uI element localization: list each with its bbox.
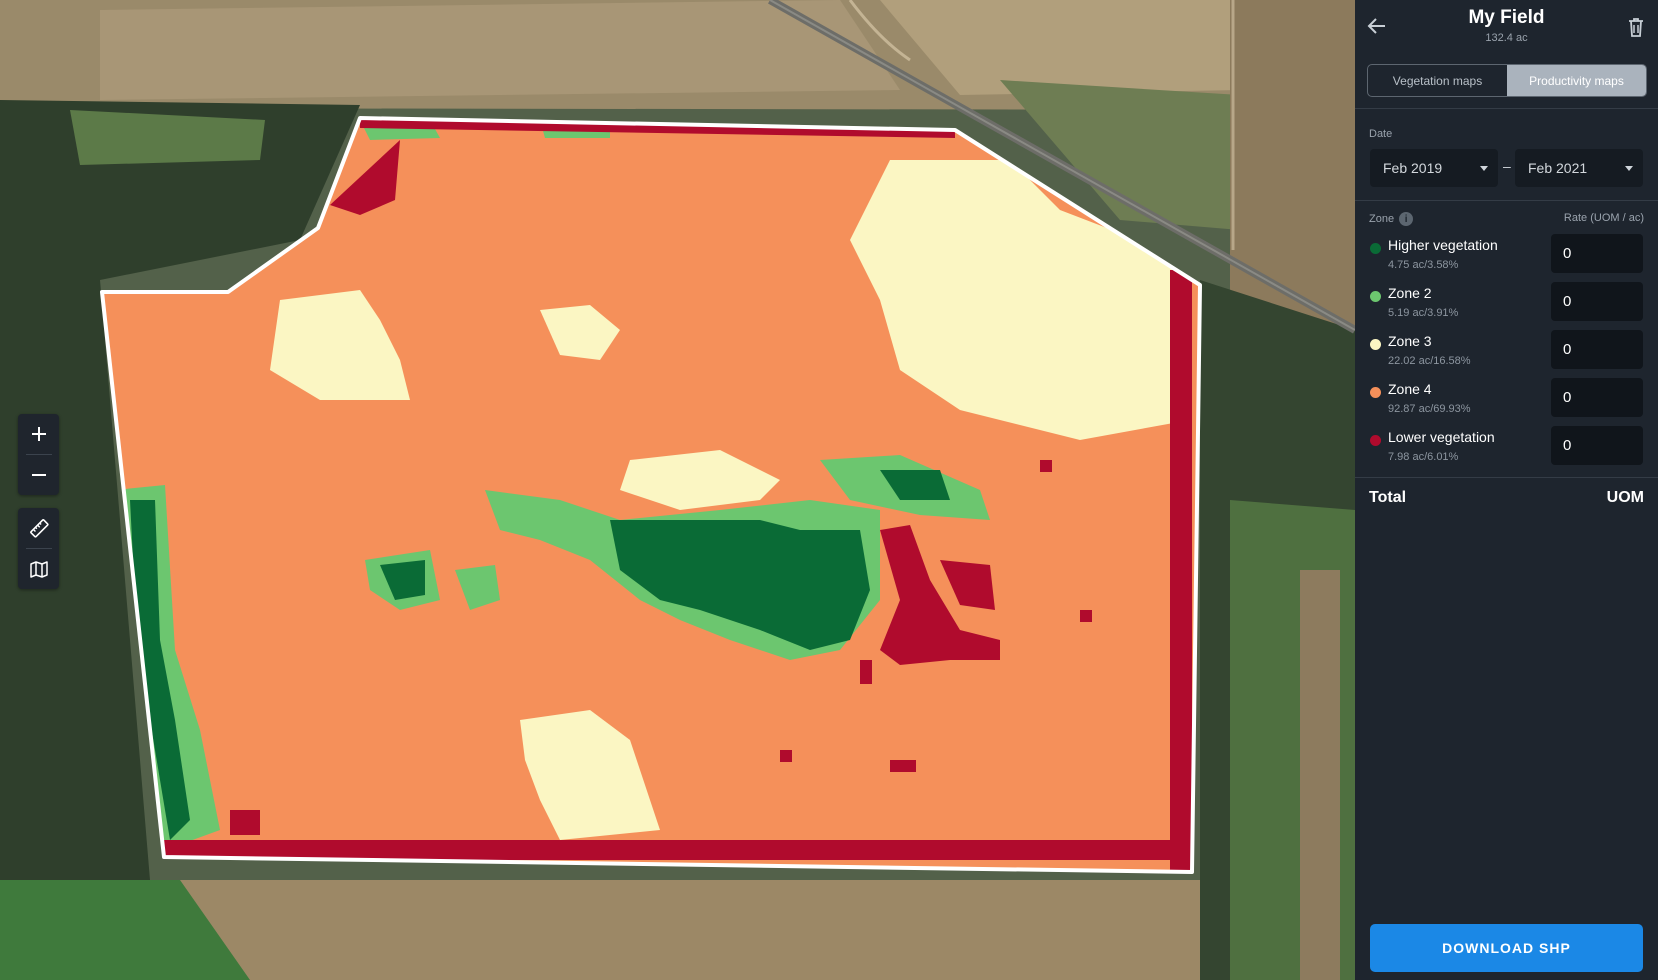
date-from-value: Feb 2019: [1383, 160, 1443, 176]
rate-header: Rate (UOM / ac): [1563, 212, 1644, 224]
zone-low-spot-4: [890, 760, 916, 772]
total-uom: UOM: [1606, 489, 1644, 506]
zone-row: Higher vegetation 4.75 ac/3.58%: [1355, 234, 1658, 282]
tab-productivity-maps[interactable]: Productivity maps: [1507, 65, 1646, 96]
zone-low-edge-s: [160, 840, 1200, 860]
date-label: Date: [1369, 128, 1393, 140]
zone-row: Zone 4 92.87 ac/69.93%: [1355, 378, 1658, 426]
zone-name: Zone 2: [1388, 285, 1432, 301]
zone-row: Zone 3 22.02 ac/16.58%: [1355, 330, 1658, 378]
info-icon[interactable]: i: [1399, 212, 1414, 226]
zone-name: Higher vegetation: [1388, 237, 1498, 253]
zone-rate-input[interactable]: [1551, 330, 1643, 369]
zone-color-dot: [1370, 339, 1381, 350]
zone-low-spot-1: [1040, 460, 1052, 472]
farmland-right-top: [1230, 0, 1355, 330]
zone-header-label: Zone: [1369, 213, 1395, 225]
zone-rate-input[interactable]: [1551, 234, 1643, 273]
zone-color-dot: [1370, 243, 1381, 254]
chevron-down-icon: [1480, 166, 1488, 171]
zoom-toolbar: [18, 414, 59, 495]
trash-icon[interactable]: [1626, 16, 1646, 38]
zoom-out-button[interactable]: [18, 455, 59, 495]
map-layers-button[interactable]: [18, 549, 59, 589]
zone-rate-input[interactable]: [1551, 426, 1643, 465]
date-to-value: Feb 2021: [1528, 160, 1588, 176]
zone-low-spot-6: [230, 810, 260, 835]
zone-low-spot-3: [780, 750, 792, 762]
zone-low-spot-5: [860, 660, 872, 684]
zone-stat: 5.19 ac/3.91%: [1388, 307, 1459, 319]
map-type-tabs: Vegetation maps Productivity maps: [1367, 64, 1647, 97]
zone-row: Zone 2 5.19 ac/3.91%: [1355, 282, 1658, 330]
ruler-icon: [29, 519, 49, 538]
farmland-top-a: [100, 0, 900, 100]
map-layers-icon: [29, 561, 48, 578]
date-to-select[interactable]: Feb 2021: [1515, 149, 1643, 187]
zone-color-dot: [1370, 387, 1381, 398]
divider: [1355, 108, 1658, 109]
zone-name: Zone 4: [1388, 381, 1432, 397]
zone-color-dot: [1370, 291, 1381, 302]
field-title: My Field: [1468, 7, 1545, 28]
zone-row: Lower vegetation 7.98 ac/6.01%: [1355, 426, 1658, 474]
zone-rate-input[interactable]: [1551, 282, 1643, 321]
panel-header: My Field 132.4 ac: [1355, 0, 1658, 52]
zone-stat: 4.75 ac/3.58%: [1388, 259, 1459, 271]
farmland-bottom: [180, 880, 1200, 980]
divider: [1355, 477, 1658, 478]
field-area: 132.4 ac: [1485, 32, 1528, 44]
zone-low-edge-e: [1170, 270, 1192, 870]
zoom-in-icon: [31, 427, 46, 441]
zone-low-spot-2: [1080, 610, 1092, 622]
zone-header: Zone i: [1369, 212, 1414, 226]
zone-rate-input[interactable]: [1551, 378, 1643, 417]
zone-stat: 22.02 ac/16.58%: [1388, 355, 1471, 367]
zone-name: Lower vegetation: [1388, 429, 1495, 445]
divider: [1355, 200, 1658, 201]
zone-stat: 92.87 ac/69.93%: [1388, 403, 1471, 415]
satellite-map[interactable]: [0, 0, 1355, 980]
date-separator: –: [1503, 158, 1511, 174]
zoom-in-button[interactable]: [18, 414, 59, 454]
date-from-select[interactable]: Feb 2019: [1370, 149, 1498, 187]
field-right-strip: [1300, 570, 1340, 980]
map-view[interactable]: [0, 0, 1355, 980]
download-shp-button[interactable]: DOWNLOAD SHP: [1370, 924, 1643, 972]
total-label: Total: [1369, 489, 1407, 506]
chevron-down-icon: [1625, 166, 1633, 171]
measure-toolbar: [18, 508, 59, 589]
zoom-out-icon: [31, 474, 46, 476]
zone-name: Zone 3: [1388, 333, 1432, 349]
ruler-button[interactable]: [18, 508, 59, 548]
zone-color-dot: [1370, 435, 1381, 446]
zone-stat: 7.98 ac/6.01%: [1388, 451, 1459, 463]
tab-vegetation-maps[interactable]: Vegetation maps: [1368, 65, 1507, 96]
field-panel: My Field 132.4 ac Vegetation maps Produc…: [1355, 0, 1658, 980]
